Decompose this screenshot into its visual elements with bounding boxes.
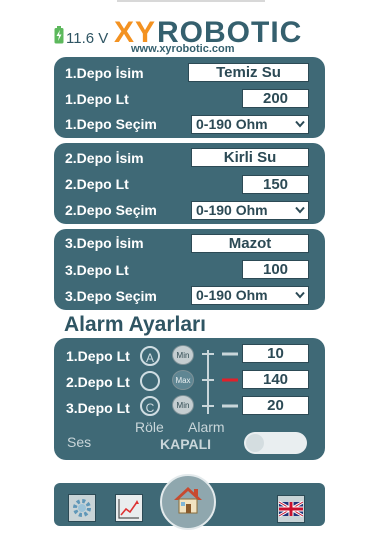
settings-button[interactable]: [68, 494, 96, 522]
alarm-mode-3-button[interactable]: Min: [172, 395, 194, 415]
chevron-down-icon: [295, 291, 305, 299]
tank-2-name-label: 2.Depo İsim: [65, 150, 144, 166]
tank-1-select[interactable]: 0-190 Ohm: [191, 115, 309, 134]
tank-3-name-label: 3.Depo İsim: [65, 235, 144, 251]
alarm-2-value-input[interactable]: 140: [242, 370, 309, 389]
sound-state-label: KAPALI: [160, 436, 212, 452]
sound-toggle-knob: [246, 434, 264, 452]
tank-3-panel: 3.Depo İsim Mazot 3.Depo Lt 100 3.Depo S…: [54, 229, 325, 310]
language-button[interactable]: [277, 495, 305, 523]
tank-2-lt-input[interactable]: 150: [242, 175, 309, 194]
sound-toggle[interactable]: [244, 432, 307, 454]
uk-flag-icon: [278, 500, 304, 518]
tank-2-name-input[interactable]: Kirli Su: [191, 148, 309, 167]
relay-caption: Röle: [135, 419, 164, 435]
relay-c-button[interactable]: C: [140, 396, 160, 416]
tank-3-select[interactable]: 0-190 Ohm: [191, 286, 309, 305]
tank-1-lt-input[interactable]: 200: [242, 89, 309, 108]
tank-2-sel-label: 2.Depo Seçim: [65, 202, 157, 218]
top-divider: [117, 0, 265, 2]
tank-1-lt-label: 1.Depo Lt: [65, 91, 129, 107]
tank-1-sel-label: 1.Depo Seçim: [65, 116, 157, 132]
tank-1-name-input[interactable]: Temiz Su: [188, 63, 309, 82]
tank-3-lt-input[interactable]: 100: [242, 260, 309, 279]
tank-2-select[interactable]: 0-190 Ohm: [191, 201, 309, 220]
chart-icon: [118, 499, 139, 519]
tank-3-name-input[interactable]: Mazot: [191, 234, 309, 253]
chevron-down-icon: [295, 120, 305, 128]
alarm-row-2-label: 2.Depo Lt: [66, 374, 130, 390]
alarm-row-3-label: 3.Depo Lt: [66, 400, 130, 416]
alarm-3-value-input[interactable]: 20: [242, 396, 309, 415]
alarm-row-1-label: 1.Depo Lt: [66, 348, 130, 364]
alarm-1-value-input[interactable]: 10: [242, 344, 309, 363]
relay-b-button[interactable]: [140, 371, 160, 391]
home-icon: [174, 487, 202, 514]
relay-a-button[interactable]: A: [140, 346, 160, 366]
alarm-mode-1-button[interactable]: Min: [172, 345, 194, 365]
alarm-connector-graphic: [202, 350, 238, 414]
alarm-mode-2-button[interactable]: Max: [172, 370, 194, 390]
tank-2-select-value: 0-190 Ohm: [196, 202, 268, 218]
home-button[interactable]: [160, 474, 216, 530]
tank-1-panel: 1.Depo İsim Temiz Su 1.Depo Lt 200 1.Dep…: [54, 57, 325, 138]
alarm-settings-title: Alarm Ayarları: [64, 313, 207, 336]
battery-icon: [54, 26, 64, 44]
chevron-down-icon: [295, 206, 305, 214]
tank-3-select-value: 0-190 Ohm: [196, 287, 268, 303]
tank-3-sel-label: 3.Depo Seçim: [65, 288, 157, 304]
tank-3-lt-label: 3.Depo Lt: [65, 262, 129, 278]
tank-2-panel: 2.Depo İsim Kirli Su 2.Depo Lt 150 2.Dep…: [54, 143, 325, 224]
alarm-caption: Alarm: [188, 419, 225, 435]
tank-1-select-value: 0-190 Ohm: [196, 116, 268, 132]
sound-label: Ses: [67, 434, 92, 450]
tank-2-lt-label: 2.Depo Lt: [65, 176, 129, 192]
chart-button[interactable]: [115, 494, 143, 522]
gear-icon: [73, 499, 91, 517]
voltage-readout: 11.6 V: [66, 30, 109, 47]
tank-1-name-label: 1.Depo İsim: [65, 65, 144, 81]
website-link: www.xyrobotic.com: [131, 43, 235, 55]
